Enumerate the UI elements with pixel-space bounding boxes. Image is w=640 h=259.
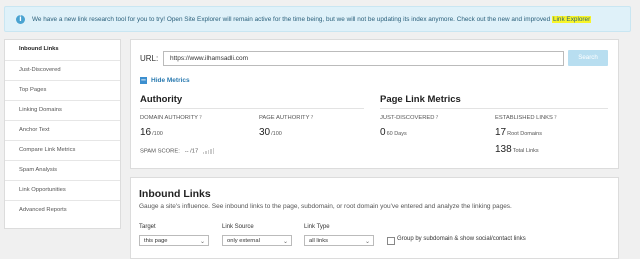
inbound-links-title: Inbound Links [139,188,211,200]
sidebar-item-inbound-links[interactable]: Inbound Links [5,40,120,60]
metrics-panel: URL: https://www.ilhamsadli.com Search −… [130,39,619,169]
sidebar-item-just-discovered[interactable]: Just-Discovered [5,60,120,80]
page-link-metrics-heading: Page Link Metrics [380,94,461,105]
help-icon: ? [553,115,557,121]
chevron-down-icon: ⌄ [364,238,370,245]
help-icon: ? [198,115,202,121]
sidebar-item-advanced-reports[interactable]: Advanced Reports [5,200,120,220]
group-by-subdomain-checkbox[interactable] [387,237,395,245]
hide-metrics-toggle[interactable]: − Hide Metrics [140,77,190,84]
chevron-down-icon: ⌄ [199,238,205,245]
inbound-links-description: Gauge a site's influence. See inbound li… [139,203,512,210]
group-by-subdomain-label: Group by subdomain & show social/contact… [397,236,526,242]
link-type-select[interactable]: all links ⌄ [304,235,374,246]
search-button[interactable]: Search [568,50,608,66]
sidebar-item-link-opportunities[interactable]: Link Opportunities [5,180,120,200]
root-domains-value: 17Root Domains [495,127,542,138]
link-source-filter-label: Link Source [222,224,254,230]
domain-authority-label: DOMAIN AUTHORITY? [140,115,202,121]
target-select[interactable]: this page ⌄ [139,235,209,246]
info-icon: i [16,14,25,24]
sidebar-item-top-pages[interactable]: Top Pages [5,80,120,100]
link-source-select[interactable]: only external ⌄ [222,235,292,246]
target-filter-label: Target [139,224,156,230]
spam-score-value: -- /17 [184,148,199,155]
spam-score-label: SPAM SCORE: [140,148,180,155]
established-links-label: ESTABLISHED LINKS? [495,115,557,121]
sidebar-nav: Inbound Links Just-Discovered Top Pages … [4,39,121,229]
spam-score: SPAM SCORE: -- /17 [140,148,215,155]
sidebar-item-anchor-text[interactable]: Anchor Text [5,120,120,140]
authority-divider [140,108,364,109]
url-input[interactable]: https://www.ilhamsadli.com [163,51,564,66]
link-type-filter-label: Link Type [304,224,330,230]
notice-text: We have a new link research tool for you… [32,15,551,23]
just-discovered-value: 060 Days [380,127,407,138]
hide-metrics-label: Hide Metrics [151,77,190,84]
collapse-icon: − [140,76,147,84]
domain-authority-value: 16/100 [140,127,163,138]
sidebar-item-spam-analysis[interactable]: Spam Analysis [5,160,120,180]
sidebar-item-compare-link-metrics[interactable]: Compare Link Metrics [5,140,120,160]
spam-score-bars-icon [202,148,216,154]
url-label: URL: [140,54,159,63]
help-icon: ? [435,115,439,121]
authority-heading: Authority [140,94,183,105]
page-authority-label: PAGE AUTHORITY? [259,115,314,121]
help-icon: ? [310,115,314,121]
page-authority-value: 30/100 [259,127,282,138]
total-links-value: 138Total Links [495,144,539,155]
just-discovered-label: JUST-DISCOVERED? [380,115,439,121]
page-link-divider [380,108,608,109]
sidebar-item-linking-domains[interactable]: Linking Domains [5,100,120,120]
notice-banner: i We have a new link research tool for y… [4,6,631,32]
link-explorer-link[interactable]: Link Explorer [551,15,592,23]
inbound-links-panel: Inbound Links Gauge a site's influence. … [130,177,619,259]
chevron-down-icon: ⌄ [282,238,288,245]
